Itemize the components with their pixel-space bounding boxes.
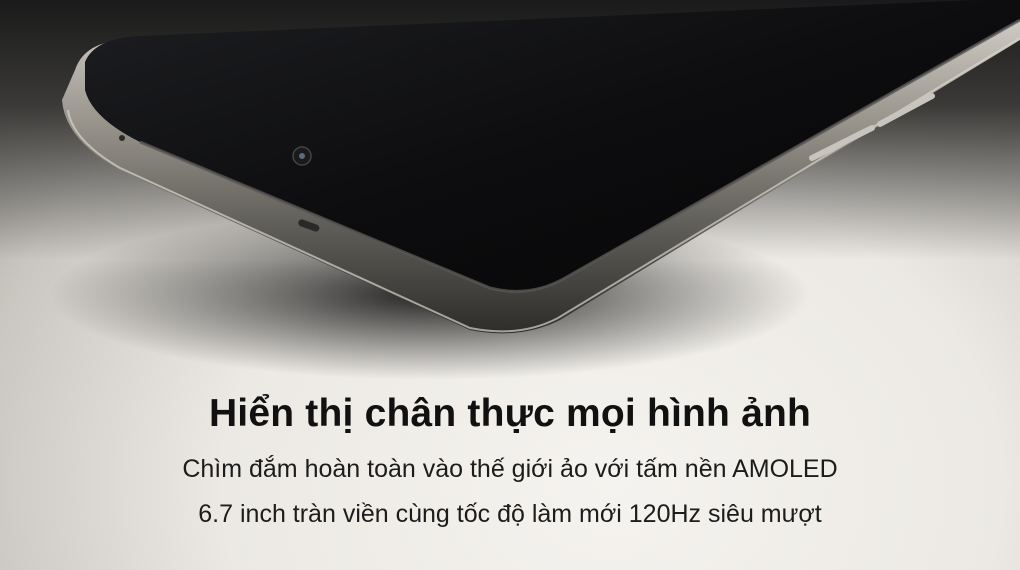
- banner-subline-1: Chìm đắm hoàn toàn vào thế giới ảo với t…: [182, 455, 838, 483]
- microphone-icon: [119, 135, 125, 141]
- banner-subline-2: 6.7 inch tràn viền cùng tốc độ làm mới 1…: [198, 500, 822, 528]
- banner-headline: Hiển thị chân thực mọi hình ảnh: [208, 392, 812, 435]
- product-banner: Hiển thị chân thực mọi hình ảnh Chìm đắm…: [0, 0, 1020, 570]
- camera-lens-icon: [299, 153, 305, 159]
- phone-image: [50, 0, 1020, 380]
